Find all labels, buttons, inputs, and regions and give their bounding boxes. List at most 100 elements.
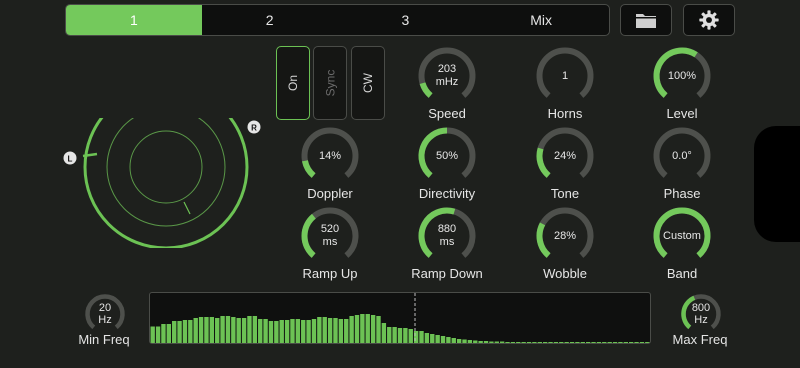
ramp-up-label: Ramp Up [302,266,358,281]
cw-toggle-label: CW [361,73,375,93]
spectrum-bar [440,336,446,343]
spectrum-bar [403,328,408,343]
spectrum-bar [462,339,467,343]
rotor-position-display[interactable]: L R [60,118,270,248]
spectrum-bar [446,337,451,343]
spectrum-bar [451,338,456,343]
speed-knob[interactable]: 203 mHz Speed [392,46,502,128]
spectrum-bar [236,318,241,343]
band-value: Custom [663,229,701,242]
folder-icon [636,14,656,28]
max-freq-value: 800 Hz [691,302,711,326]
spectrum-bar [387,327,392,343]
on-toggle[interactable]: On [276,46,310,120]
spectrum-bar [607,342,612,343]
spectrum-bar [274,321,279,343]
ramp-up-value: 520 ms [320,223,340,248]
on-toggle-label: On [285,74,300,92]
phase-value: 0.0° [672,149,692,162]
ramp-down-label: Ramp Down [411,266,483,281]
directivity-value: 50% [435,149,459,162]
max-freq-label: Max Freq [672,332,728,347]
spectrum-bar [161,324,166,343]
wobble-knob[interactable]: 28% Wobble [510,206,620,288]
spectrum-bar [220,316,225,343]
directivity-knob[interactable]: 50% Directivity [392,126,502,208]
spectrum-bar [376,316,381,343]
spectrum-bar [564,342,569,343]
spectrum-bar [489,341,494,343]
spectrum-bar [247,316,252,343]
tab-mix[interactable]: Mix [473,5,609,35]
spectrum-bar [290,319,295,343]
spectrum-bar [204,317,209,343]
spectrum-bar [526,342,532,343]
left-channel-label: L [68,155,73,164]
spectrum-bar [322,317,327,343]
spectrum-bars [150,293,650,343]
sync-toggle[interactable]: Sync [313,46,347,120]
spectrum-bar [182,320,188,343]
spectrum-bar [360,314,365,343]
spectrum-bar [241,318,247,343]
open-folder-button[interactable] [620,4,672,36]
gear-icon [699,10,719,30]
spectrum-bar [645,342,650,343]
spectrum-bar [478,341,483,343]
max-freq-knob[interactable]: 800 Hz Max Freq [662,293,732,355]
spectrum-bar [419,331,424,343]
spectrum-bar [628,342,634,343]
ramp-up-knob[interactable]: 520 ms Ramp Up [275,206,385,288]
level-value: 100% [667,69,697,82]
spectrum-bar [198,317,204,343]
spectrum-bar [311,319,317,343]
spectrum-bar [284,320,290,343]
tab-2[interactable]: 2 [202,5,338,35]
spectrum-bar [268,321,274,343]
spectrum-bar [252,316,258,343]
spectrum-bar [279,320,284,343]
directivity-label: Directivity [418,186,476,201]
band-knob[interactable]: Custom Band [627,206,737,288]
spectrum-bar [263,319,268,343]
tab-3[interactable]: 3 [338,5,474,35]
spectrum-bar [166,324,172,343]
cw-toggle[interactable]: CW [351,46,385,120]
ramp-down-knob[interactable]: 880 ms Ramp Down [392,206,502,288]
spectrum-bar [231,317,236,343]
frequency-spectrum[interactable] [149,292,651,344]
spectrum-bar [301,320,306,343]
doppler-label: Doppler [307,186,353,201]
doppler-knob[interactable]: 14% Doppler [275,126,385,208]
spectrum-bar [317,317,322,343]
doppler-value: 14% [318,149,342,162]
phase-label: Phase [663,186,701,201]
spectrum-bar [392,327,397,343]
phase-knob[interactable]: 0.0° Phase [627,126,737,208]
wobble-label: Wobble [543,266,587,281]
spectrum-bar [591,342,596,343]
spectrum-bar [473,340,478,343]
spectrum-bar [456,339,462,343]
spectrum-bar [177,321,182,343]
spectrum-bar [349,316,354,343]
min-freq-knob[interactable]: 20 Hz Min Freq [66,293,136,355]
tone-value: 24% [553,149,577,162]
spectrum-bar [559,342,564,343]
settings-button[interactable] [683,4,735,36]
spectrum-bar [618,342,623,343]
side-handle[interactable] [754,126,800,242]
spectrum-bar [295,319,301,343]
band-label: Band [666,266,698,281]
spectrum-bar [193,318,198,343]
horns-label: Horns [547,106,583,121]
tab-1[interactable]: 1 [66,5,202,35]
spectrum-bar [499,341,505,343]
tone-knob[interactable]: 24% Tone [510,126,620,208]
spectrum-bar [553,342,559,343]
level-knob[interactable]: 100% Level [627,46,737,128]
spectrum-bar [483,341,489,343]
horns-knob[interactable]: 1 Horns [510,46,620,128]
spectrum-bar [354,315,360,343]
right-channel-label: R [251,124,257,133]
